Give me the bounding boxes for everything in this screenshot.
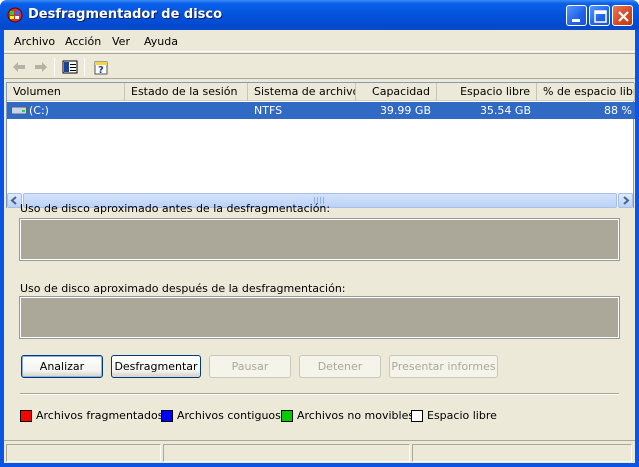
close-button[interactable] bbox=[612, 5, 633, 26]
after-defrag-graph bbox=[19, 296, 620, 339]
defragment-button[interactable]: Desfragmentar bbox=[111, 355, 201, 378]
menu-ayuda[interactable]: Ayuda bbox=[144, 35, 178, 48]
client-area: Archivo Acción Ver Ayuda ? Volumen Estad… bbox=[4, 30, 635, 463]
legend-fragmented-swatch bbox=[20, 410, 32, 422]
status-pane-3 bbox=[412, 444, 632, 462]
before-defrag-graph bbox=[19, 218, 620, 261]
toolbar: ? bbox=[4, 53, 635, 79]
defrag-app-icon bbox=[7, 7, 23, 23]
legend-free: Espacio libre bbox=[427, 409, 497, 422]
status-pane-1 bbox=[6, 444, 161, 462]
volume-percent-free: 88 % bbox=[604, 104, 632, 117]
analyze-button[interactable]: Analizar bbox=[21, 355, 103, 378]
volume-list[interactable]: Volumen Estado de la sesión Sistema de a… bbox=[6, 82, 635, 208]
status-pane-2 bbox=[163, 444, 410, 462]
legend-fragmented: Archivos fragmentados bbox=[36, 409, 164, 422]
column-estado[interactable]: Estado de la sesión bbox=[125, 83, 248, 101]
column-porcentaje-libre[interactable]: % de espacio libre bbox=[537, 83, 635, 101]
window: Desfragmentador de disco Archivo Acción … bbox=[0, 0, 639, 467]
minimize-icon bbox=[572, 19, 580, 22]
stop-button[interactable]: Detener bbox=[299, 355, 381, 378]
legend-free-swatch bbox=[411, 410, 423, 422]
menu-ver[interactable]: Ver bbox=[112, 35, 130, 48]
toolbar-separator bbox=[54, 58, 55, 76]
report-button[interactable]: Presentar informes bbox=[389, 355, 498, 378]
legend-divider bbox=[20, 393, 619, 395]
hard-drive-icon bbox=[11, 106, 27, 115]
status-bar bbox=[4, 440, 635, 463]
volume-free: 35.54 GB bbox=[479, 104, 531, 117]
volume-name: (C:) bbox=[29, 104, 49, 117]
minimize-button[interactable] bbox=[566, 5, 587, 26]
before-defrag-label: Uso de disco aproximado antes de la desf… bbox=[20, 202, 331, 215]
volume-filesystem: NTFS bbox=[254, 104, 283, 117]
legend-contiguous: Archivos contiguos bbox=[177, 409, 281, 422]
maximize-button[interactable] bbox=[589, 5, 610, 26]
pause-button[interactable]: Pausar bbox=[209, 355, 291, 378]
show-hide-tree-icon[interactable] bbox=[61, 58, 79, 76]
legend-unmovable: Archivos no movibles bbox=[297, 409, 415, 422]
after-defrag-label: Uso de disco aproximado después de la de… bbox=[20, 282, 346, 295]
arrow-right-icon bbox=[623, 196, 630, 205]
svg-text:?: ? bbox=[98, 65, 104, 76]
column-espacio-libre[interactable]: Espacio libre bbox=[437, 83, 537, 101]
volume-row[interactable]: (C:) NTFS 39.99 GB 35.54 GB 88 % bbox=[7, 102, 635, 119]
legend-unmovable-swatch bbox=[281, 410, 293, 422]
toolbar-separator-2 bbox=[84, 58, 85, 76]
help-properties-icon[interactable]: ? bbox=[92, 58, 110, 76]
scroll-right-button[interactable] bbox=[618, 193, 633, 208]
window-title: Desfragmentador de disco bbox=[28, 7, 223, 22]
maximize-icon bbox=[594, 10, 607, 23]
title-bar[interactable]: Desfragmentador de disco bbox=[0, 0, 639, 30]
volume-list-header: Volumen Estado de la sesión Sistema de a… bbox=[7, 83, 635, 101]
forward-arrow-icon[interactable] bbox=[32, 58, 50, 76]
column-sistema[interactable]: Sistema de archivos bbox=[248, 83, 356, 101]
legend-contiguous-swatch bbox=[161, 410, 173, 422]
back-arrow-icon[interactable] bbox=[10, 58, 28, 76]
column-capacidad[interactable]: Capacidad bbox=[356, 83, 437, 101]
column-volumen[interactable]: Volumen bbox=[7, 83, 125, 101]
menu-bar: Archivo Acción Ver Ayuda bbox=[4, 30, 635, 52]
menu-accion[interactable]: Acción bbox=[65, 35, 101, 48]
volume-capacity: 39.99 GB bbox=[379, 104, 431, 117]
menu-archivo[interactable]: Archivo bbox=[14, 35, 55, 48]
close-icon bbox=[618, 11, 629, 22]
